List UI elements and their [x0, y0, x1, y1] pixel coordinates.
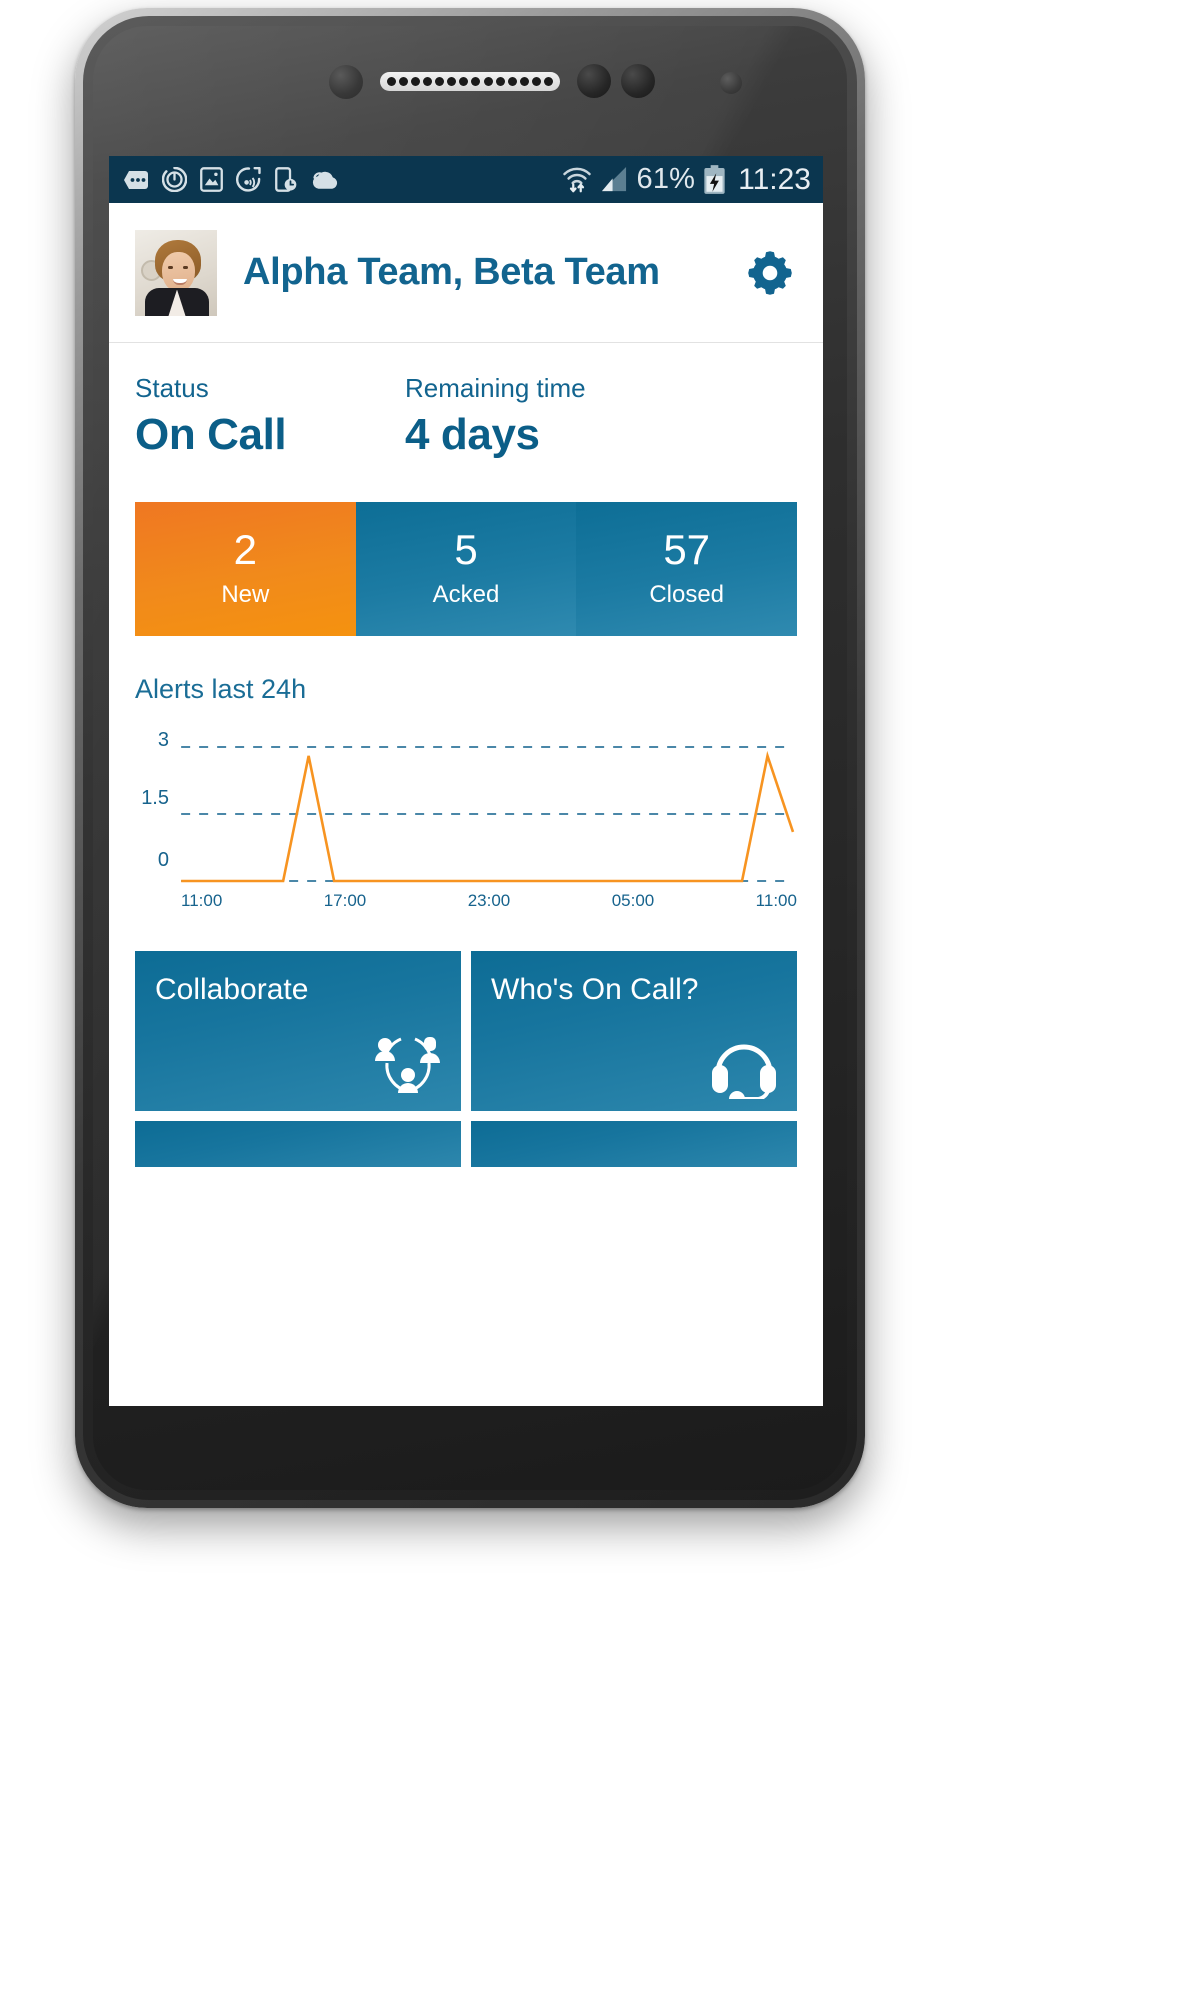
phone-mockup: 61% 11:23 Alpha Team, Beta Team Status O… — [75, 8, 865, 1508]
remaining-time-value: 4 days — [405, 410, 540, 459]
alert-counters: 2 New 5 Acked 57 Closed — [135, 502, 798, 636]
counter-new-label: New — [221, 581, 270, 608]
notification-led — [720, 72, 742, 94]
action-tiles: Collaborate Who's On Call? — [109, 929, 823, 1167]
light-sensor — [621, 64, 655, 98]
x-axis-ticks: 11:00 17:00 23:00 05:00 11:00 — [135, 891, 797, 911]
alerts-chart-section: Alerts last 24h 3 1.5 0 11:00 17:00 23:0… — [109, 636, 823, 929]
wifi-transfer-icon — [563, 167, 592, 192]
remaining-time-block: Remaining time 4 days — [405, 373, 586, 460]
settings-button[interactable] — [741, 244, 799, 302]
x-tick-1: 17:00 — [323, 891, 367, 910]
y-tick-bottom: 0 — [157, 849, 169, 871]
proximity-sensor — [577, 64, 611, 98]
remaining-time-label: Remaining time — [405, 373, 586, 403]
app-header: Alpha Team, Beta Team — [109, 203, 823, 343]
chart-plot-area: 3 1.5 0 11:00 17:00 23:00 05:00 11:00 — [135, 729, 797, 929]
sync-signal-icon — [236, 167, 261, 192]
avatar[interactable] — [135, 229, 217, 316]
counter-acked[interactable]: 5 Acked — [355, 502, 577, 636]
tile-bottom-left[interactable] — [135, 1121, 461, 1167]
x-tick-0: 11:00 — [181, 891, 223, 910]
status-block: Status On Call — [135, 373, 405, 460]
counter-closed[interactable]: 57 Closed — [576, 502, 798, 636]
power-sync-icon — [162, 167, 187, 192]
counter-acked-label: Acked — [432, 581, 500, 608]
x-tick-2: 23:00 — [467, 891, 511, 910]
tile-bottom-right[interactable] — [471, 1121, 797, 1167]
counter-new[interactable]: 2 New — [135, 502, 356, 636]
battery-percent-label: 61% — [636, 163, 696, 195]
status-label: Status — [135, 373, 209, 403]
gear-icon — [748, 250, 792, 295]
counter-closed-label: Closed — [649, 581, 725, 608]
earpiece-speaker — [380, 72, 560, 91]
x-tick-3: 05:00 — [611, 891, 655, 910]
tile-collaborate[interactable]: Collaborate — [135, 951, 461, 1111]
overview-row: Status On Call Remaining time 4 days — [109, 343, 823, 474]
tile-collaborate-label: Collaborate — [155, 973, 309, 1006]
page-title: Alpha Team, Beta Team — [243, 251, 660, 293]
clock-label: 11:23 — [738, 162, 811, 196]
messages-icon — [124, 170, 148, 189]
chart-title: Alerts last 24h — [135, 674, 307, 704]
status-bar-system-icons: 61% 11:23 — [562, 162, 811, 196]
counter-closed-count: 57 — [663, 526, 711, 573]
cloud-icon — [312, 171, 338, 189]
tile-whos-on-call-label: Who's On Call? — [491, 973, 699, 1006]
tile-whos-on-call[interactable]: Who's On Call? — [471, 951, 797, 1111]
phone-screen: 61% 11:23 Alpha Team, Beta Team Status O… — [109, 156, 823, 1406]
android-status-bar: 61% 11:23 — [109, 156, 823, 203]
y-tick-top: 3 — [157, 729, 169, 751]
cellular-signal-icon — [602, 166, 627, 192]
counter-acked-count: 5 — [454, 526, 478, 573]
phone-clock-icon — [275, 167, 297, 192]
headset-icon — [712, 1044, 776, 1099]
counter-new-count: 2 — [233, 526, 258, 573]
alerts-line-chart — [135, 739, 797, 889]
front-camera — [329, 65, 363, 99]
people-network-icon — [375, 1037, 440, 1093]
y-tick-mid: 1.5 — [141, 787, 169, 809]
gallery-icon — [200, 167, 223, 192]
status-value: On Call — [135, 410, 287, 459]
status-bar-notification-icons — [123, 167, 562, 192]
x-tick-4: 11:00 — [755, 891, 797, 910]
battery-charging-icon — [704, 164, 725, 194]
